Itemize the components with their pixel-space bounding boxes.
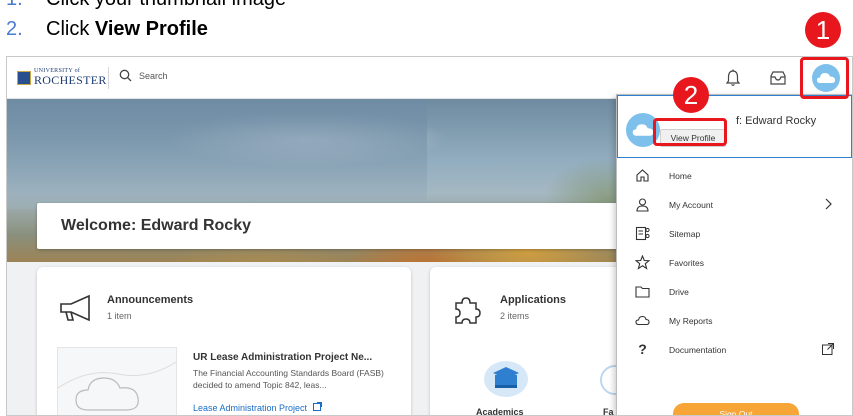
welcome-title: Welcome: Edward Rocky [61, 217, 251, 234]
announcement-description: The Financial Accounting Standards Board… [193, 368, 384, 390]
menu-item-home[interactable]: Home [617, 161, 852, 190]
step-marker-1: 1 [805, 12, 841, 48]
card-count: 1 item [107, 311, 132, 321]
step-text-bold: View Profile [94, 18, 208, 40]
home-icon [636, 169, 649, 182]
highlight-avatar [800, 57, 849, 99]
announcements-card[interactable]: Announcements 1 item UR Lease Administra… [37, 267, 411, 415]
step-text: Click [46, 18, 95, 40]
menu-item-my-account[interactable]: My Account [617, 190, 852, 219]
step-text: Click your thumbnail image [46, 0, 286, 10]
step-number: 2. [6, 18, 23, 40]
sign-out-button[interactable]: Sign Out [673, 403, 799, 415]
star-icon [635, 255, 650, 270]
crest-icon [17, 71, 31, 85]
search-icon [119, 69, 132, 82]
search-input[interactable]: Search [119, 69, 168, 82]
megaphone-icon [60, 294, 90, 322]
inbox-icon[interactable] [768, 68, 788, 88]
announcement-title[interactable]: UR Lease Administration Project Ne... [193, 352, 372, 363]
chevron-right-icon [825, 198, 832, 210]
logo-text: UNIVERSITY of ROCHESTER [34, 68, 107, 88]
user-name: f: Edward Rocky [736, 115, 817, 127]
instruction-step-1: 1.Click your thumbnail image [0, 0, 286, 11]
step-number: 1. [0, 0, 46, 11]
applications-card[interactable]: Applications 2 items Academics Fa [430, 267, 630, 416]
menu-item-label: Favorites [669, 257, 704, 268]
folder-icon [635, 286, 650, 298]
cloud-icon [635, 315, 650, 326]
topbar-divider [108, 67, 109, 89]
menu-item-label: Sitemap [669, 228, 701, 239]
university-logo[interactable]: UNIVERSITY of ROCHESTER [17, 68, 107, 88]
announcement-link-text: Lease Administration Project [193, 403, 308, 413]
academics-app-icon[interactable] [481, 359, 531, 399]
menu-item-documentation[interactable]: ? Documentation [617, 335, 852, 364]
menu-item-my-reports[interactable]: My Reports [617, 306, 852, 335]
menu-item-sitemap[interactable]: Sitemap [617, 219, 852, 248]
step-marker-2: 2 [673, 77, 709, 113]
logo-main-text: ROCHESTER [34, 73, 107, 87]
card-title: Announcements [107, 294, 194, 306]
app-label: Fa [603, 407, 614, 416]
external-link-icon [822, 343, 834, 355]
menu-item-favorites[interactable]: Favorites [617, 248, 852, 277]
card-count: 2 items [500, 311, 530, 321]
instruction-step-2: 2. Click View Profile [0, 18, 208, 41]
person-icon [636, 198, 649, 212]
question-icon: ? [638, 341, 647, 357]
menu-item-label: Documentation [669, 344, 727, 355]
announcement-thumbnail[interactable] [57, 347, 177, 415]
sitemap-icon [635, 226, 650, 241]
top-bar: UNIVERSITY of ROCHESTER Search [7, 57, 852, 99]
workday-app-window: UNIVERSITY of ROCHESTER Search Welcome: … [6, 56, 853, 416]
welcome-banner: Welcome: Edward Rocky [37, 203, 637, 249]
bell-icon[interactable] [723, 68, 743, 88]
hero-lake [7, 99, 427, 209]
search-placeholder: Search [139, 70, 168, 81]
announcement-link[interactable]: Lease Administration Project [193, 402, 322, 413]
menu-item-label: My Account [669, 199, 713, 210]
menu-item-label: My Reports [669, 315, 713, 326]
profile-menu: f: Edward Rocky View Profile Home My Acc… [616, 94, 852, 415]
app-label: Academics [476, 407, 524, 416]
menu-item-label: Drive [669, 286, 689, 297]
cloud-icon [632, 124, 654, 136]
puzzle-icon [455, 297, 481, 324]
tutorial-screenshot: 1.Click your thumbnail image 2. Click Vie… [0, 0, 853, 416]
menu-item-drive[interactable]: Drive [617, 277, 852, 306]
menu-item-label: Home [669, 170, 692, 181]
card-title: Applications [500, 294, 567, 306]
cloud-icon [57, 361, 177, 411]
highlight-view-profile [653, 118, 727, 146]
external-link-icon [312, 402, 322, 411]
